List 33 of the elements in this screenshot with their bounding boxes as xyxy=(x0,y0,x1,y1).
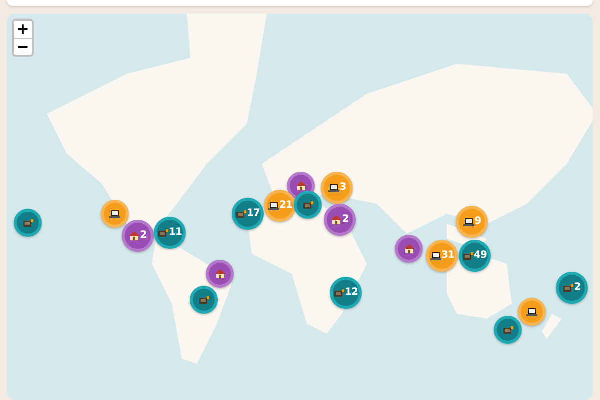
laptop-icon xyxy=(109,210,121,218)
camera-icon xyxy=(236,210,248,218)
camera-icon xyxy=(334,288,346,298)
laptop-icon xyxy=(526,308,538,316)
laptop-icon xyxy=(328,184,340,192)
cluster-count: 21 xyxy=(280,201,292,211)
camera-icon xyxy=(463,252,474,260)
cluster-count: 11 xyxy=(169,228,182,238)
cluster-count: 9 xyxy=(474,217,482,227)
cluster-count: 3 xyxy=(340,183,346,193)
cluster-count: 17 xyxy=(247,209,260,219)
cluster-count: 31 xyxy=(442,251,454,261)
camera-icon xyxy=(302,200,314,210)
house-icon xyxy=(404,244,414,254)
laptop-icon xyxy=(430,252,442,260)
map[interactable]: + − 2 11 21 17 3 2 12 9 31 49 2 xyxy=(7,14,593,400)
cluster-count: 2 xyxy=(342,215,349,225)
camera-icon xyxy=(502,326,514,334)
house-icon xyxy=(214,269,226,279)
cluster-count: 12 xyxy=(345,288,358,298)
laptop-icon xyxy=(268,202,280,210)
cluster-count: 2 xyxy=(140,231,147,241)
house-icon xyxy=(331,215,342,225)
camera-icon xyxy=(158,228,170,238)
laptop-icon xyxy=(462,218,475,226)
camera-icon xyxy=(563,284,574,292)
house-icon xyxy=(296,181,306,191)
cluster-count: 49 xyxy=(474,251,487,261)
cluster-count: 2 xyxy=(574,283,581,293)
camera-icon xyxy=(198,296,210,304)
zoom-out-button[interactable]: − xyxy=(14,38,32,55)
house-icon xyxy=(129,231,140,241)
camera-icon xyxy=(22,218,34,228)
